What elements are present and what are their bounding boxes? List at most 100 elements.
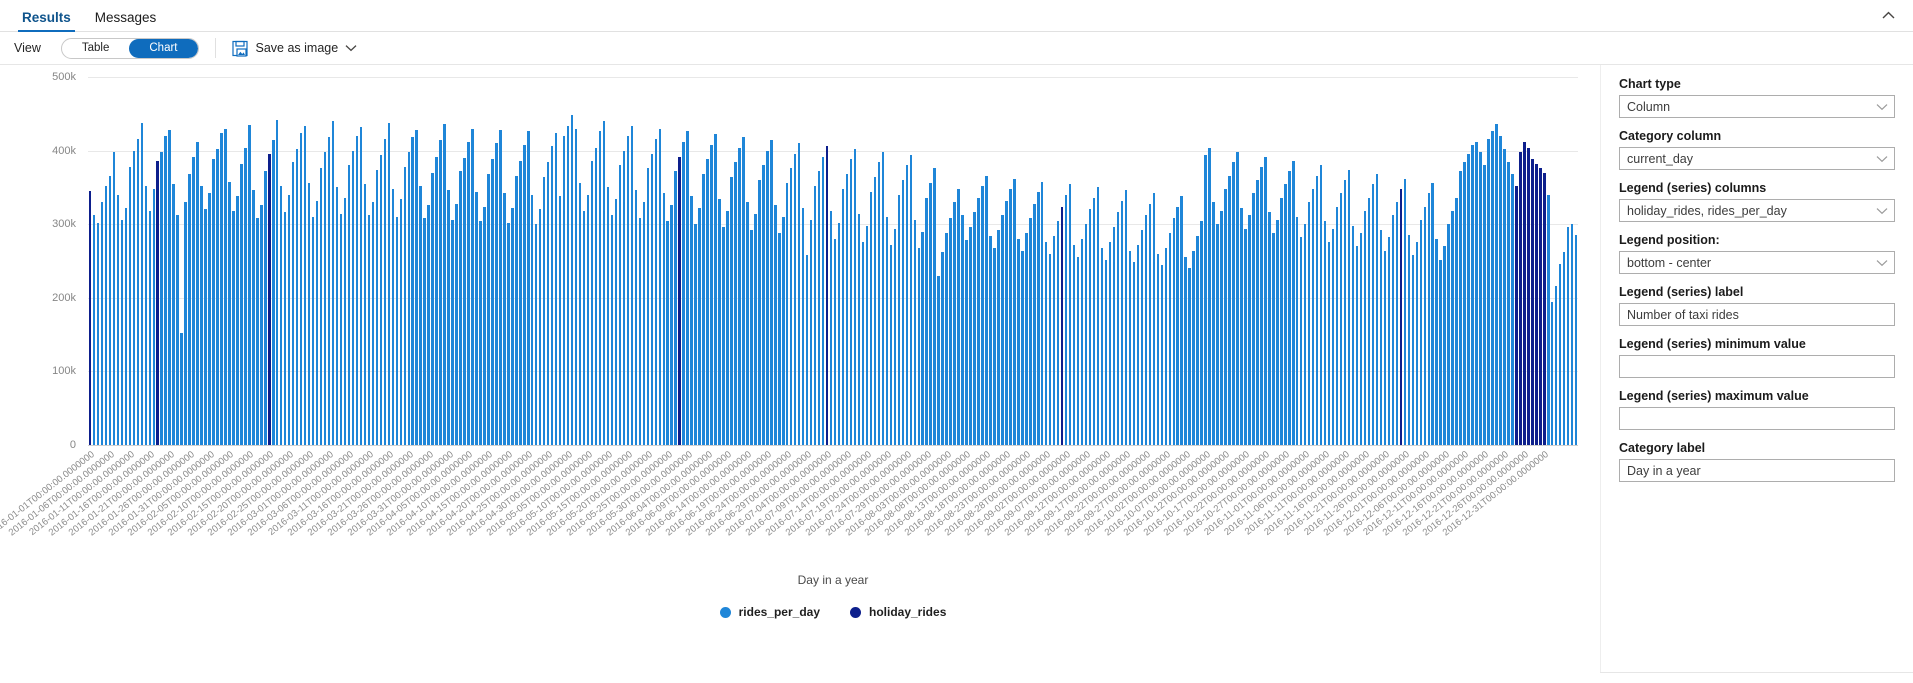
- chart-bar-fill: [224, 129, 226, 445]
- chart-bar-fill: [1527, 148, 1529, 445]
- chart-bar-fill: [451, 220, 453, 445]
- chart-bar-fill: [1256, 180, 1258, 445]
- chart-bar-fill: [344, 198, 346, 445]
- chart-bar-fill: [1491, 131, 1493, 445]
- tab-results-label: Results: [22, 10, 71, 25]
- chart-bar-fill: [1388, 237, 1390, 445]
- chart-bar-fill: [678, 157, 680, 446]
- chart-bar-fill: [850, 159, 852, 445]
- chart-bar-fill: [854, 149, 856, 445]
- results-body: Number of taxi rides 0100k200k300k400k50…: [0, 65, 1913, 673]
- chart-bar-fill: [129, 167, 131, 445]
- chart-bar-fill: [515, 176, 517, 445]
- category-column-select[interactable]: current_day: [1619, 147, 1895, 170]
- chart-bar-fill: [1543, 173, 1545, 445]
- tab-results[interactable]: Results: [10, 11, 83, 32]
- chart-bar-fill: [511, 208, 513, 445]
- chart-bar-fill: [1455, 198, 1457, 445]
- chart-bar-fill: [603, 121, 605, 445]
- chart-bar-fill: [894, 229, 896, 445]
- legend-columns-label: Legend (series) columns: [1619, 181, 1895, 195]
- chart-bar-fill: [1324, 221, 1326, 445]
- chart-bar-fill: [567, 126, 569, 445]
- chart-bar-fill: [1196, 236, 1198, 445]
- chart-bar-fill: [268, 154, 270, 445]
- y-axis-tick: 400k: [52, 145, 76, 157]
- chart-bar-fill: [404, 167, 406, 445]
- chart-bar-fill: [1145, 215, 1147, 445]
- chart-bar-fill: [886, 217, 888, 445]
- chart-bar-fill: [1009, 189, 1011, 445]
- plot-area: [88, 77, 1578, 445]
- chart-bar-fill: [483, 207, 485, 445]
- chart-bar-fill: [1029, 218, 1031, 445]
- category-label-input[interactable]: Day in a year: [1619, 459, 1895, 482]
- chart-bar-fill: [1268, 212, 1270, 445]
- chart-bar-fill: [997, 230, 999, 445]
- legend-max-input[interactable]: [1619, 407, 1895, 430]
- chart-bar-fill: [822, 157, 824, 446]
- chart-bar-fill: [579, 183, 581, 445]
- chart-bar-fill: [826, 146, 828, 445]
- chart-bar-fill: [1073, 245, 1075, 445]
- chart-bar-fill: [858, 214, 860, 445]
- chart-bar-fill: [141, 123, 143, 445]
- chart-bar-fill: [1312, 189, 1314, 445]
- chart-bar-fill: [921, 232, 923, 445]
- chart-bar-fill: [563, 136, 565, 445]
- chart-bar-fill: [1188, 268, 1190, 445]
- chart-bar-fill: [276, 120, 278, 445]
- chart-bar-fill: [1499, 136, 1501, 445]
- chart-bar-fill: [427, 205, 429, 445]
- view-mode-toggle[interactable]: Table Chart: [61, 38, 199, 59]
- chart-bar-fill: [204, 209, 206, 445]
- chart-bar-fill: [882, 152, 884, 445]
- chart-bar-fill: [1555, 286, 1557, 445]
- view-mode-chart[interactable]: Chart: [129, 39, 197, 58]
- chart-bar-fill: [101, 202, 103, 445]
- chart-bar-fill: [113, 152, 115, 445]
- chart-bar-fill: [639, 218, 641, 445]
- chart-pane: Number of taxi rides 0100k200k300k400k50…: [0, 65, 1600, 673]
- chart-bar-fill: [834, 239, 836, 445]
- chart-bar-fill: [1220, 211, 1222, 445]
- legend-color-swatch: [850, 607, 861, 618]
- legend-item-rides-per-day[interactable]: rides_per_day: [720, 605, 820, 619]
- chart-bar-fill: [547, 162, 549, 445]
- chart-bar-fill: [690, 196, 692, 445]
- chart-bar-fill: [256, 218, 258, 445]
- collapse-panel-button[interactable]: [1875, 3, 1901, 27]
- chart-bar-fill: [1085, 224, 1087, 445]
- legend-min-input[interactable]: [1619, 355, 1895, 378]
- chart-bar-fill: [1451, 211, 1453, 445]
- chart-bar-fill: [1053, 236, 1055, 445]
- status-bar: 00:00:17 Query executed successfully.: [0, 673, 1913, 683]
- view-mode-table[interactable]: Table: [62, 39, 130, 58]
- chart-bar-fill: [798, 143, 800, 445]
- chart-bar-fill: [1065, 195, 1067, 445]
- legend-min-label: Legend (series) minimum value: [1619, 337, 1895, 351]
- save-as-image-label: Save as image: [256, 41, 339, 55]
- chart-bar-fill: [933, 168, 935, 445]
- chevron-down-icon[interactable]: [345, 44, 357, 52]
- legend-label-input[interactable]: Number of taxi rides: [1619, 303, 1895, 326]
- chart-type-select[interactable]: Column: [1619, 95, 1895, 118]
- field-legend-label: Legend (series) label Number of taxi rid…: [1619, 285, 1895, 326]
- save-as-image-button[interactable]: Save as image: [232, 40, 358, 57]
- legend-item-holiday-rides[interactable]: holiday_rides: [850, 605, 946, 619]
- legend-position-select[interactable]: bottom - center: [1619, 251, 1895, 274]
- chart-bar-fill: [384, 139, 386, 445]
- chart-bar-fill: [1169, 233, 1171, 445]
- chart-bar-fill: [1037, 192, 1039, 445]
- chart-bar-fill: [718, 199, 720, 445]
- x-axis-title: Day in a year: [88, 573, 1578, 587]
- chart-bar-fill: [479, 221, 481, 445]
- chart-bar-fill: [1368, 198, 1370, 445]
- chart-bar-fill: [1125, 190, 1127, 445]
- chart-bar-fill: [443, 124, 445, 445]
- chart-bar-fill: [264, 171, 266, 445]
- legend-columns-select[interactable]: holiday_rides, rides_per_day: [1619, 199, 1895, 222]
- tab-messages[interactable]: Messages: [83, 11, 169, 32]
- chart-bar-fill: [1320, 165, 1322, 445]
- chart-bar-fill: [1240, 208, 1242, 445]
